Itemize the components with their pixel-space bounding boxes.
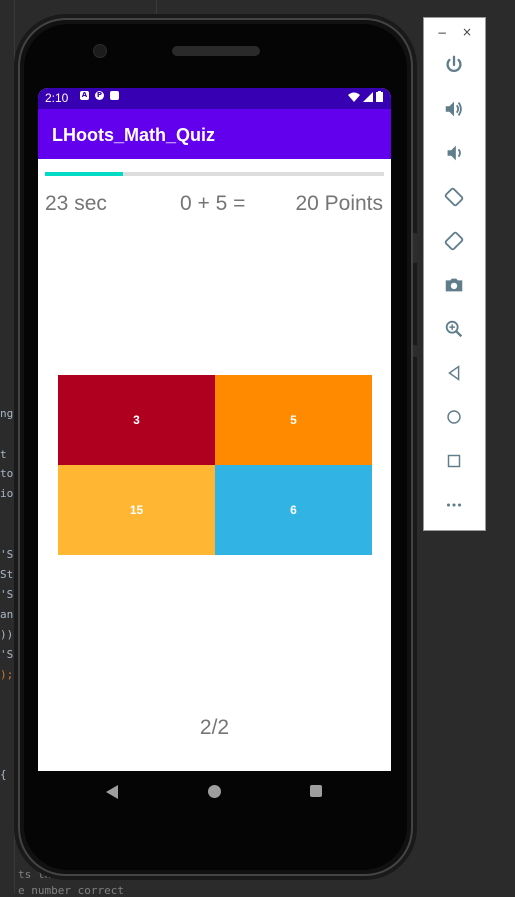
volume-up-icon[interactable] [441, 96, 467, 122]
signal-icon [363, 91, 373, 102]
code-fragment: ng [0, 407, 14, 420]
timer-label: 23 sec [45, 192, 107, 215]
volume-down-icon[interactable] [441, 140, 467, 166]
wifi-icon [348, 92, 360, 102]
power-icon[interactable] [441, 52, 467, 78]
page-indicator: 2/2 [199, 716, 230, 739]
code-fragment: 'St [0, 648, 20, 661]
answer-button[interactable]: 6 [215, 465, 372, 555]
earpiece-speaker [172, 46, 260, 56]
side-button [413, 345, 417, 357]
notification-icons: A P [80, 91, 119, 100]
more-icon[interactable] [441, 492, 467, 518]
sd-card-icon [110, 91, 119, 100]
status-bar: 2:10 A P [38, 88, 391, 109]
code-fragment: 'St [0, 588, 20, 601]
quiz-info-row: 23 sec 0 + 5 = 20 Points [38, 189, 391, 219]
code-fragment: ion [0, 487, 20, 500]
overview-icon[interactable] [441, 448, 467, 474]
code-fragment: t [0, 448, 7, 461]
home-icon[interactable] [208, 785, 221, 798]
code-fragment: ); [0, 668, 20, 681]
front-camera [93, 44, 107, 58]
code-fragment: ton [0, 467, 20, 480]
code-fragment: )) [0, 628, 14, 641]
android-nav-bar [38, 771, 391, 813]
code-comment: e number correct [18, 884, 124, 897]
code-fragment: 'St [0, 548, 20, 561]
rotate-right-icon[interactable] [441, 228, 467, 254]
home-icon[interactable] [441, 404, 467, 430]
status-time: 2:10 [45, 91, 69, 105]
close-icon[interactable]: × [462, 25, 472, 39]
battery-icon [376, 91, 383, 102]
answer-button[interactable]: 15 [58, 465, 215, 555]
code-fragment: Sto [0, 568, 20, 581]
points-label: 20 Points [295, 192, 383, 215]
camera-icon[interactable] [441, 272, 467, 298]
app-title: LHoots_Math_Quiz [52, 125, 216, 145]
code-fragment: { [0, 768, 7, 781]
time-progress-bar [45, 172, 384, 176]
question-label: 0 + 5 = [180, 192, 246, 215]
answer-grid: 3 5 15 6 [58, 375, 372, 555]
p-notification-icon: P [95, 91, 104, 100]
answer-button[interactable]: 5 [215, 375, 372, 465]
zoom-icon[interactable] [441, 316, 467, 342]
a-notification-icon: A [80, 91, 89, 100]
system-icons [348, 91, 383, 102]
time-progress-fill [45, 172, 123, 176]
side-button [413, 233, 417, 263]
answer-button[interactable]: 3 [58, 375, 215, 465]
emulator-toolbar: − × [423, 17, 486, 531]
recents-icon[interactable] [310, 785, 322, 797]
code-fragment: ans [0, 608, 20, 621]
back-icon[interactable] [106, 785, 118, 799]
back-icon[interactable] [441, 360, 467, 386]
minimize-icon[interactable]: − [437, 26, 447, 40]
ide-gutter-line [14, 0, 15, 893]
app-bar: LHoots_Math_Quiz [38, 109, 391, 159]
rotate-left-icon[interactable] [441, 184, 467, 210]
device-screen: 2:10 A P LHoots_Math_Quiz 23 sec 0 + 5 =… [38, 88, 391, 771]
